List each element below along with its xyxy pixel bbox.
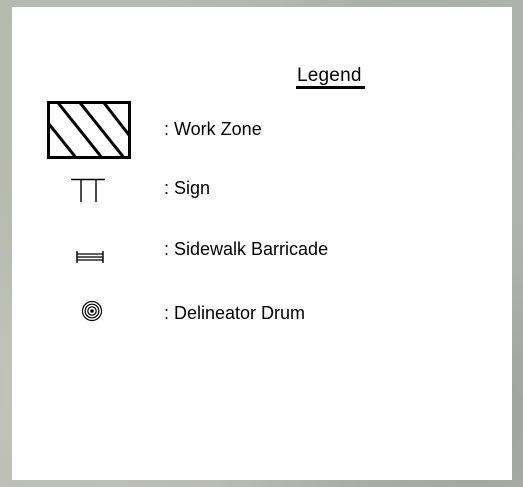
legend-item-sidewalk-barricade: : Sidewalk Barricade	[12, 235, 512, 269]
legend-item-delineator-drum: : Delineator Drum	[12, 295, 512, 329]
sidewalk-barricade-icon	[76, 251, 104, 263]
legend-panel: Legend : Work Zone : Sign: Sidewalk Bar…	[12, 7, 512, 480]
legend-label-work-zone: : Work Zone	[164, 119, 262, 139]
legend-label-delineator-drum: : Delineator Drum	[164, 303, 306, 323]
work-zone-hatch-icon	[47, 101, 131, 159]
legend-title: Legend	[297, 65, 362, 86]
legend-title-underline	[296, 86, 365, 89]
legend-item-sign: : Sign	[12, 175, 512, 209]
legend-label-sidewalk-barricade: : Sidewalk Barricade	[164, 239, 329, 259]
sign-icon	[71, 178, 105, 202]
delineator-drum-icon	[81, 300, 103, 322]
legend-item-work-zone: : Work Zone	[12, 101, 512, 161]
legend-label-sign: : Sign	[164, 178, 211, 198]
